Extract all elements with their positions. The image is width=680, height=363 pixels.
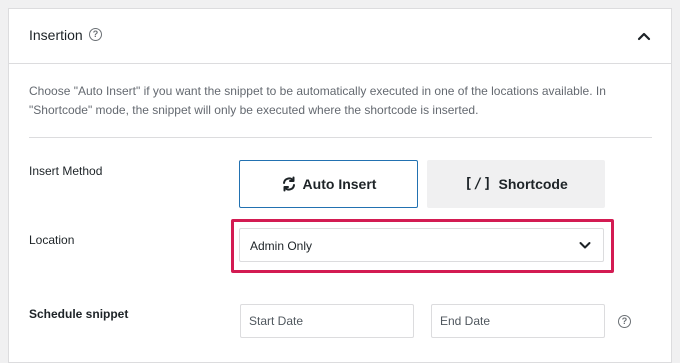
end-date-input[interactable] xyxy=(431,304,605,338)
chevron-up-icon[interactable] xyxy=(637,31,651,41)
panel-title: Insertion xyxy=(29,27,83,43)
auto-insert-label: Auto Insert xyxy=(302,176,377,192)
chevron-down-icon xyxy=(579,242,591,249)
start-date-input[interactable] xyxy=(240,304,414,338)
divider xyxy=(29,137,652,138)
help-icon[interactable]: ? xyxy=(618,315,631,328)
location-label: Location xyxy=(29,233,75,247)
refresh-icon xyxy=(282,176,295,192)
location-selected-value: Admin Only xyxy=(250,239,313,253)
shortcode-label: Shortcode xyxy=(498,176,568,192)
location-select[interactable]: Admin Only xyxy=(239,228,604,262)
schedule-snippet-label: Schedule snippet xyxy=(29,307,129,321)
shortcode-button[interactable]: [/] Shortcode xyxy=(427,160,605,208)
help-icon[interactable]: ? xyxy=(89,28,102,41)
auto-insert-button[interactable]: Auto Insert xyxy=(239,160,418,208)
panel-header[interactable]: Insertion ? xyxy=(9,9,671,64)
insert-method-label: Insert Method xyxy=(29,164,103,178)
insertion-panel: Insertion ? Choose "Auto Insert" if you … xyxy=(8,8,672,363)
shortcode-icon: [/] xyxy=(464,176,493,192)
insertion-description: Choose "Auto Insert" if you want the sni… xyxy=(29,84,606,117)
